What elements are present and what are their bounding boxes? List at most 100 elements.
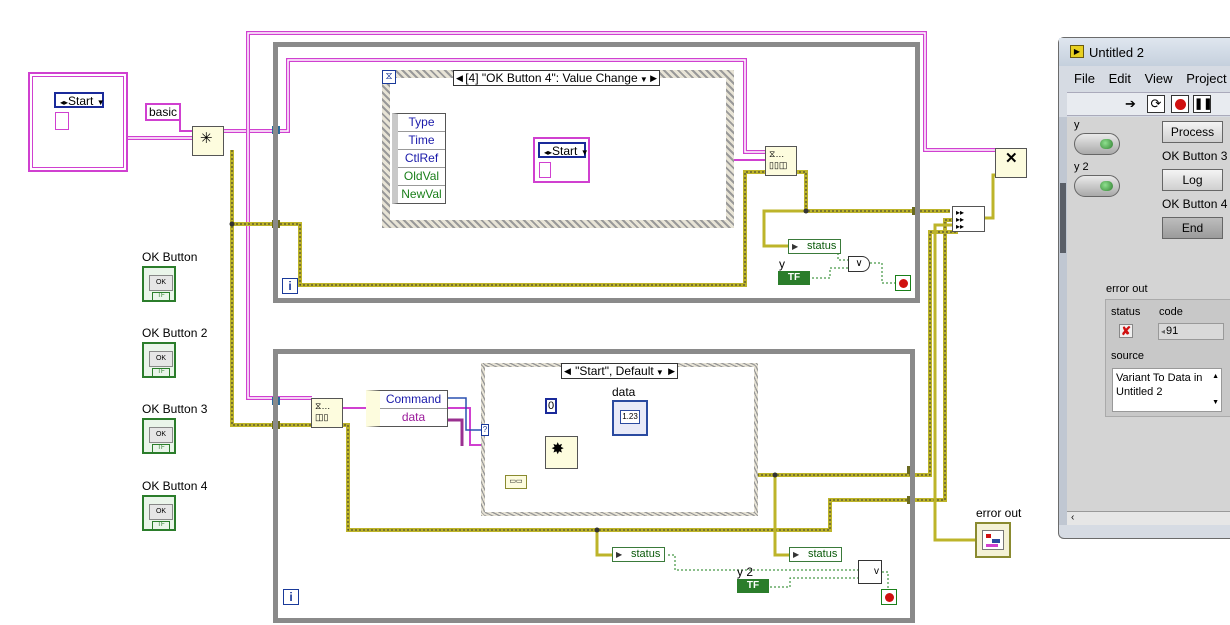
ok-button-2-label: OK Button 2: [142, 326, 208, 340]
variant-icon: ✸: [551, 441, 565, 458]
status-unbundle-2[interactable]: status: [612, 547, 666, 562]
log-button[interactable]: Log: [1162, 169, 1223, 191]
stop-terminal[interactable]: [895, 275, 911, 291]
event-data-ctlref[interactable]: CtlRef: [398, 150, 445, 168]
status-unbundle-1[interactable]: status: [788, 239, 842, 254]
process-button[interactable]: Process: [1162, 121, 1223, 143]
menu-bar[interactable]: File Edit View Project: [1074, 71, 1230, 86]
ok-text: OK: [149, 351, 173, 367]
compound-or-node[interactable]: v: [858, 560, 882, 584]
ok-button-label: OK Button: [142, 250, 198, 264]
status-unbundle-3[interactable]: status: [789, 547, 843, 562]
event-data-node[interactable]: Type Time CtlRef OldVal NewVal: [392, 113, 446, 204]
case-selector[interactable]: ◀ "Start", Default ▼ ▶: [561, 363, 678, 379]
y-bool-terminal[interactable]: TF: [778, 271, 810, 285]
end-button[interactable]: End: [1162, 217, 1223, 239]
decrement-arrow-icon: ◀: [564, 366, 571, 376]
wire-error: [933, 223, 978, 542]
scrollbar-left[interactable]: [1059, 117, 1067, 525]
release-queue-node[interactable]: ✕: [995, 148, 1027, 178]
event-data-time[interactable]: Time: [398, 132, 445, 150]
y2-led[interactable]: [1074, 175, 1120, 197]
horizontal-scrollbar[interactable]: ‹: [1067, 511, 1230, 525]
menu-view[interactable]: View: [1145, 71, 1173, 86]
enqueue-element-node[interactable]: ⧖… ▯▯◫: [765, 146, 797, 176]
dropdown-icon: ▼: [637, 75, 648, 84]
menu-edit[interactable]: Edit: [1109, 71, 1131, 86]
tf-text: TF: [152, 444, 170, 454]
ok-text: OK: [149, 504, 173, 520]
stop-icon: [899, 279, 908, 288]
source-label: source: [1111, 350, 1145, 362]
ok-button-4-terminal[interactable]: OK TF: [142, 495, 176, 531]
unbundle-by-name[interactable]: Command data: [366, 390, 448, 427]
code-field: ◂91: [1158, 323, 1224, 340]
queue-icon: ✳: [200, 130, 213, 147]
case-selector-terminal: ?: [481, 424, 489, 436]
event-data-newval[interactable]: NewVal: [398, 186, 445, 203]
tf-text: TF: [152, 368, 170, 378]
release-icon: ✕: [1005, 150, 1018, 167]
start-cluster-constant[interactable]: ◂▸Start ▼: [28, 72, 128, 172]
unbundle-command[interactable]: Command: [380, 391, 447, 409]
error-out-cluster-label: error out: [1106, 283, 1148, 295]
basic-string-constant[interactable]: basic: [145, 103, 182, 121]
ok-button-terminal[interactable]: OK TF: [142, 266, 176, 302]
scroll-up-icon[interactable]: ▲: [1212, 370, 1219, 384]
event-start-cluster[interactable]: ◂▸Start ▼: [533, 137, 590, 183]
ok-button-2-terminal[interactable]: OK TF: [142, 342, 176, 378]
abort-icon[interactable]: [1171, 95, 1189, 113]
ok-button-3-label: OK Button 3: [142, 402, 208, 416]
y-led-label: y: [1074, 119, 1080, 131]
data-indicator[interactable]: 1.23: [612, 400, 648, 436]
obtain-queue-node[interactable]: ✳: [192, 126, 224, 156]
ok-button-3-fp-label: OK Button 3: [1162, 149, 1228, 163]
ok-button-4-fp-label: OK Button 4: [1162, 197, 1228, 211]
tf-text: TF: [152, 521, 170, 531]
scroll-left-icon[interactable]: ‹: [1071, 512, 1074, 523]
dequeue-icon: ⧖… ◫▯: [315, 401, 331, 422]
title-bar[interactable]: ▶ Untitled 2: [1059, 38, 1230, 66]
data-indicator-label: data: [612, 385, 636, 399]
unbundle-data[interactable]: data: [380, 409, 447, 426]
error-out-indicator[interactable]: [975, 522, 1011, 558]
scroll-down-icon[interactable]: ▼: [1212, 396, 1219, 410]
menu-project[interactable]: Project: [1186, 71, 1226, 86]
code-value: 91: [1166, 325, 1179, 337]
menu-file[interactable]: File: [1074, 71, 1095, 86]
event-data-type[interactable]: Type: [398, 114, 445, 132]
event-data-oldval[interactable]: OldVal: [398, 168, 445, 186]
scroll-thumb[interactable]: [1060, 183, 1066, 253]
enqueue-icon: ⧖… ▯▯◫: [769, 149, 788, 170]
source-field: Variant To Data in Untitled 2 ▲ ▼: [1112, 368, 1222, 412]
merge-icon: ▸▸ ▸▸ ▸▸: [956, 208, 965, 231]
front-panel-window[interactable]: ▶ Untitled 2 File Edit View Project ➔ ⟳ …: [1058, 37, 1230, 539]
y2-bool-terminal[interactable]: TF: [737, 579, 769, 593]
wire-error: [985, 173, 1000, 220]
start-enum[interactable]: ◂▸Start ▼: [54, 92, 105, 108]
or-gate[interactable]: ∨: [848, 256, 870, 272]
variant-to-data-node[interactable]: ✸: [545, 436, 578, 469]
numeric-display: 1.23: [620, 410, 640, 424]
ok-button-3-terminal[interactable]: OK TF: [142, 418, 176, 454]
dequeue-element-node[interactable]: ⧖… ◫▯: [311, 398, 343, 428]
loop-iteration-icon: i: [282, 278, 298, 294]
merge-errors-node[interactable]: ▸▸ ▸▸ ▸▸: [952, 206, 985, 232]
y-led[interactable]: [1074, 133, 1120, 155]
source-value: Variant To Data in Untitled 2: [1116, 372, 1203, 398]
decrement-arrow-icon: ◀: [456, 73, 463, 83]
zero-constant[interactable]: 0: [545, 398, 557, 414]
toolbar: ➔ ⟳ ❚❚: [1067, 92, 1230, 116]
type-constant[interactable]: ▭▭: [505, 475, 527, 489]
ok-text: OK: [149, 275, 173, 291]
event-start-enum[interactable]: ◂▸Start ▼: [538, 142, 589, 158]
run-continuously-icon[interactable]: ⟳: [1147, 95, 1165, 113]
variant-constant: [55, 112, 69, 130]
pause-icon[interactable]: ❚❚: [1193, 95, 1212, 113]
window-title: Untitled 2: [1089, 45, 1144, 60]
tf-text: TF: [152, 292, 170, 302]
error-out-cluster[interactable]: status ✘ code ◂91 source Variant To Data…: [1105, 299, 1230, 417]
run-arrow-icon[interactable]: ➔: [1125, 96, 1136, 112]
event-selector[interactable]: ◀ [4] "OK Button 4": Value Change ▼ ▶: [453, 70, 660, 86]
stop-terminal-2[interactable]: [881, 589, 897, 605]
